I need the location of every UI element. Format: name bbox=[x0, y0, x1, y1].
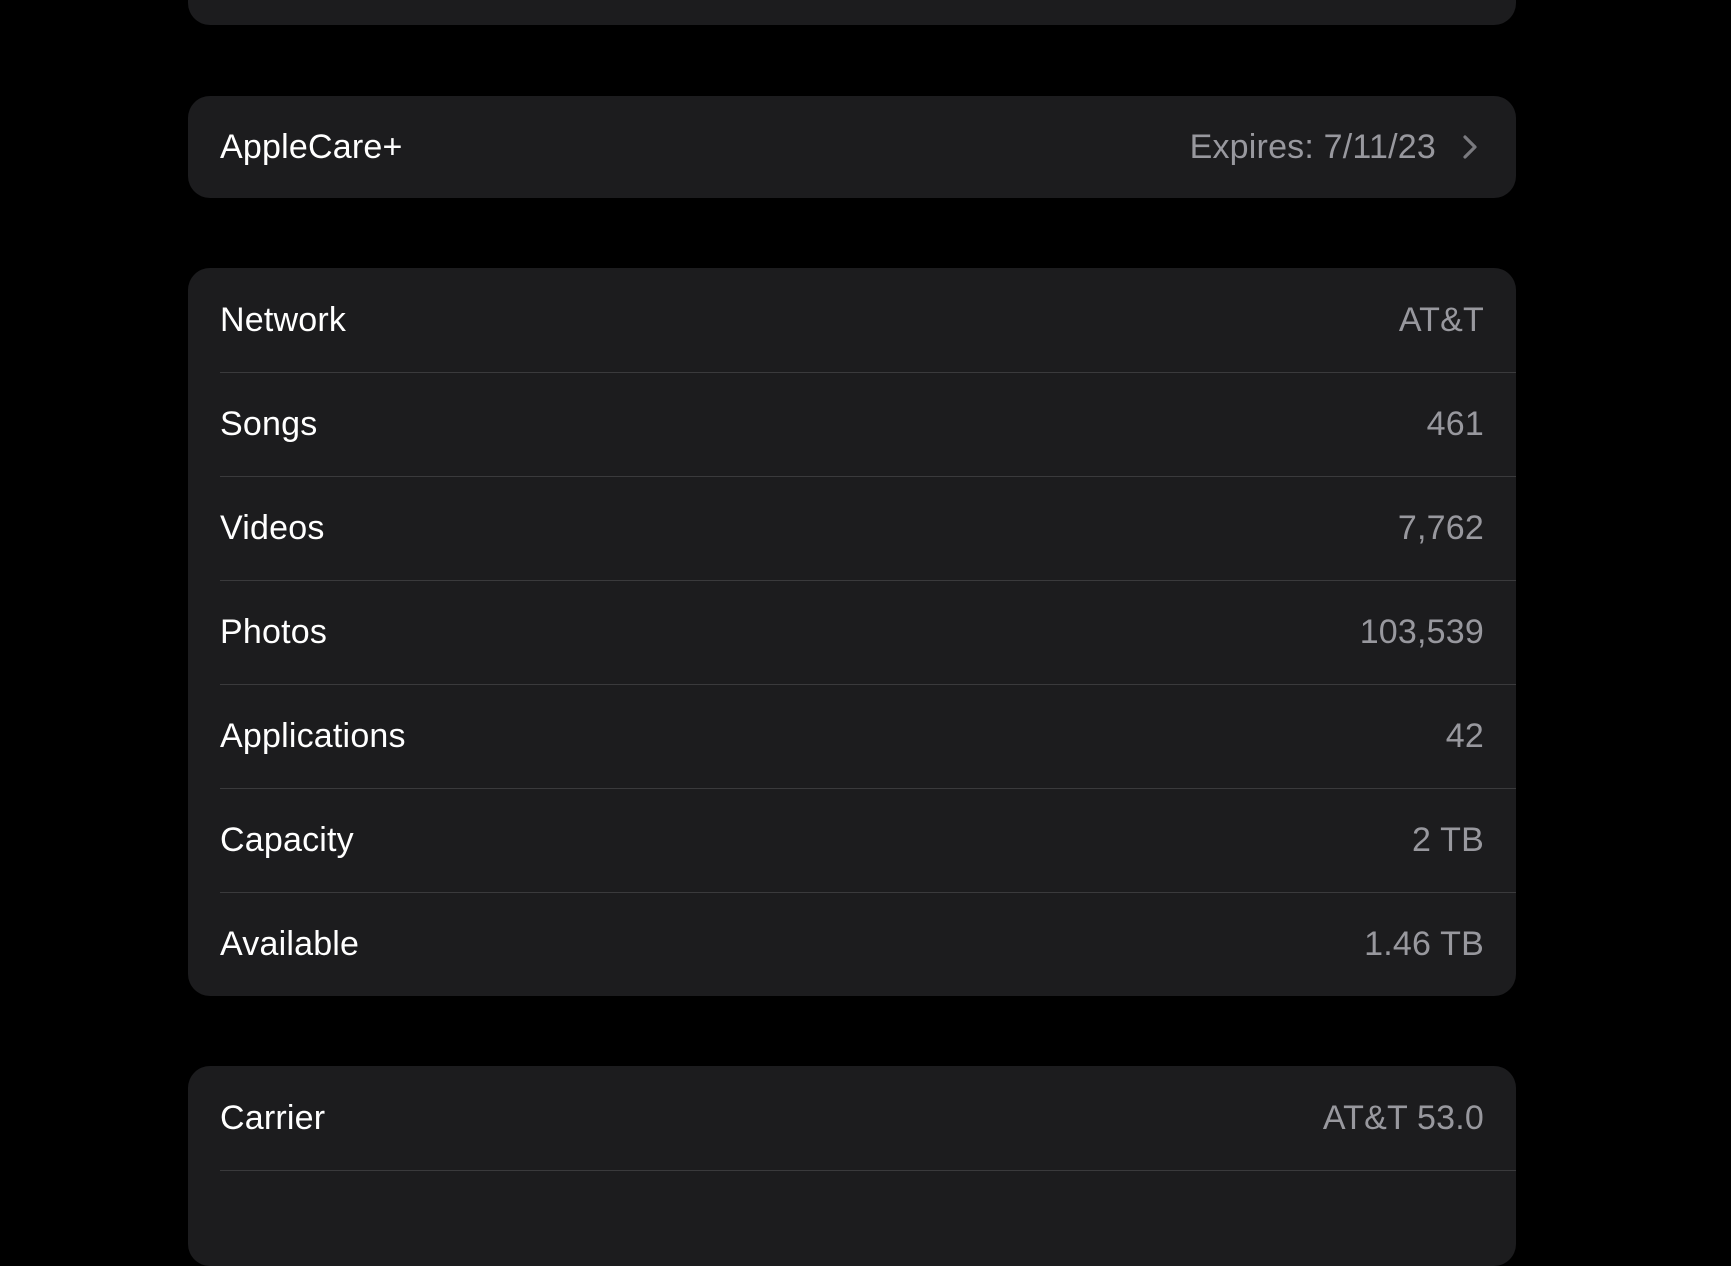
about-row-available[interactable]: Available 1.46 TB bbox=[188, 892, 1516, 996]
photos-value: 103,539 bbox=[1359, 612, 1484, 651]
applications-value: 42 bbox=[1445, 716, 1484, 755]
capacity-label: Capacity bbox=[220, 820, 354, 859]
carrier-group: Carrier AT&T 53.0 bbox=[188, 1066, 1516, 1266]
applecare-row[interactable]: AppleCare+ Expires: 7/11/23 bbox=[188, 96, 1516, 198]
about-info-group: Network AT&T Songs 461 Videos 7,762 Phot… bbox=[188, 268, 1516, 996]
applecare-group: AppleCare+ Expires: 7/11/23 bbox=[188, 96, 1516, 198]
applecare-label: AppleCare+ bbox=[220, 127, 403, 166]
about-row-applications[interactable]: Applications 42 bbox=[188, 684, 1516, 788]
videos-label: Videos bbox=[220, 508, 325, 547]
applecare-expiry-value: Expires: 7/11/23 bbox=[1189, 127, 1436, 166]
carrier-row[interactable]: Carrier AT&T 53.0 bbox=[188, 1066, 1516, 1170]
carrier-label: Carrier bbox=[220, 1098, 326, 1137]
capacity-value: 2 TB bbox=[1412, 820, 1484, 859]
songs-value: 461 bbox=[1426, 404, 1484, 443]
songs-label: Songs bbox=[220, 404, 318, 443]
previous-settings-group bbox=[188, 0, 1516, 25]
about-row-capacity[interactable]: Capacity 2 TB bbox=[188, 788, 1516, 892]
network-value: AT&T bbox=[1398, 300, 1484, 339]
about-row-network[interactable]: Network AT&T bbox=[188, 268, 1516, 372]
chevron-right-icon bbox=[1454, 132, 1484, 162]
about-row-photos[interactable]: Photos 103,539 bbox=[188, 580, 1516, 684]
about-row-songs[interactable]: Songs 461 bbox=[188, 372, 1516, 476]
about-row-videos[interactable]: Videos 7,762 bbox=[188, 476, 1516, 580]
photos-label: Photos bbox=[220, 612, 328, 651]
next-row-partial bbox=[188, 1170, 1516, 1266]
applecare-value-wrap: Expires: 7/11/23 bbox=[1190, 128, 1484, 167]
network-label: Network bbox=[220, 300, 347, 339]
available-label: Available bbox=[220, 924, 360, 963]
applications-label: Applications bbox=[220, 716, 406, 755]
available-value: 1.46 TB bbox=[1364, 924, 1484, 963]
videos-value: 7,762 bbox=[1397, 508, 1484, 547]
carrier-value: AT&T 53.0 bbox=[1322, 1098, 1484, 1137]
